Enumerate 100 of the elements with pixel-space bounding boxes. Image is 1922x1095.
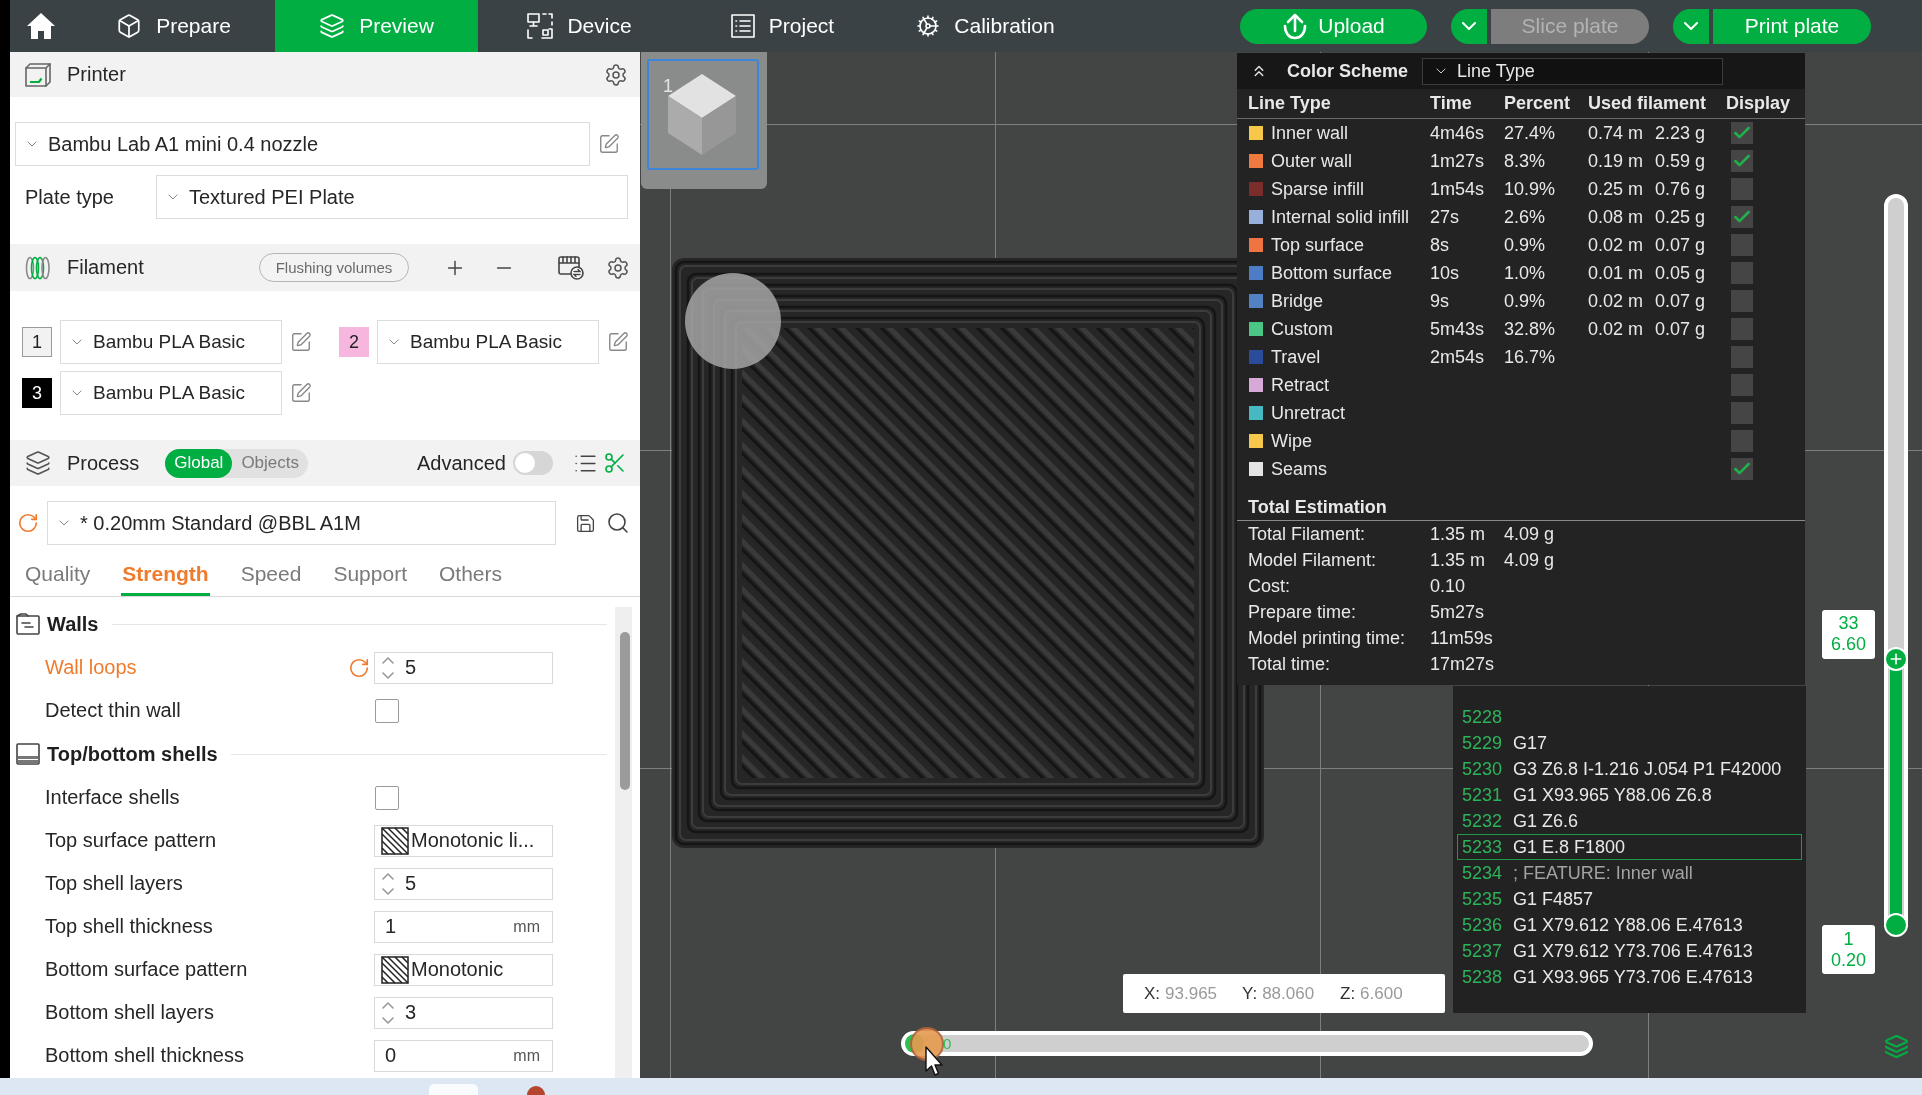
total-value: 0.10 [1430, 575, 1467, 597]
color-scheme-select[interactable]: Line Type [1422, 57, 1723, 85]
device-icon [527, 13, 554, 39]
spin-field[interactable]: 3 [374, 996, 553, 1029]
edit-icon[interactable] [290, 382, 312, 404]
advanced-switch[interactable] [513, 451, 553, 475]
filament-select[interactable]: Bambu PLA Basic [60, 371, 282, 415]
number-field[interactable]: 1 mm [374, 910, 553, 943]
gcode-line[interactable]: 5237 G1 X79.612 Y73.706 E.47613 [1457, 938, 1802, 964]
checkbox[interactable] [375, 698, 399, 723]
edit-icon[interactable] [607, 331, 629, 353]
display-checkbox[interactable] [1731, 122, 1753, 144]
display-checkbox[interactable] [1731, 206, 1753, 228]
total-label: Cost: [1248, 575, 1291, 597]
save-icon[interactable] [575, 512, 596, 534]
dropdown-toggle[interactable] [1451, 8, 1487, 44]
reset-icon[interactable] [17, 512, 39, 534]
scrollbar-thumb[interactable] [620, 632, 630, 790]
settings-tab[interactable]: Quality [24, 555, 92, 596]
filament-select[interactable]: Bambu PLA Basic [60, 320, 282, 364]
display-checkbox[interactable] [1731, 430, 1753, 452]
display-checkbox[interactable] [1731, 178, 1753, 200]
gcode-line[interactable]: 5231 G1 X93.965 Y88.06 Z6.8 [1457, 782, 1802, 808]
total-label: Prepare time: [1248, 601, 1358, 623]
gcode-line[interactable]: 5232 G1 Z6.6 [1457, 808, 1802, 834]
top-tab[interactable]: Prepare [72, 0, 275, 52]
top-tab[interactable]: Device [478, 0, 681, 52]
settings-tab[interactable]: Speed [239, 555, 303, 596]
gcode-line[interactable]: 5234 ; FEATURE: Inner wall [1457, 860, 1802, 886]
reset-icon[interactable] [348, 656, 370, 679]
weight-value: 0.07 g [1655, 234, 1706, 255]
spin-arrows-icon[interactable] [381, 999, 395, 1026]
edit-icon[interactable] [598, 133, 620, 155]
settings-tab[interactable]: Support [332, 555, 408, 596]
display-checkbox[interactable] [1731, 402, 1753, 424]
time-value: 9s [1430, 290, 1449, 311]
gcode-line[interactable]: 5236 G1 X79.612 Y88.06 E.47613 [1457, 912, 1802, 938]
filament-slot-number[interactable]: 3 [22, 378, 52, 408]
filament-slot-number[interactable]: 2 [339, 327, 369, 357]
time-value: 10s [1430, 262, 1460, 283]
plate-type-select[interactable]: Textured PEI Plate [156, 175, 628, 219]
gcode-line[interactable]: 5238 G1 X93.965 Y73.706 E.47613 [1457, 964, 1802, 990]
display-checkbox[interactable] [1731, 234, 1753, 256]
flushing-volumes-button[interactable]: Flushing volumes [259, 253, 409, 282]
spin-arrows-icon[interactable] [381, 870, 395, 897]
gcode-line[interactable]: 5228 [1457, 704, 1802, 730]
gcode-line[interactable]: 5230 G3 Z6.8 I-1.216 J.054 P1 F42000 [1457, 756, 1802, 782]
line-number: 5232 [1462, 810, 1504, 832]
slider-handle[interactable] [1884, 646, 1908, 671]
length-value: 0.01 m [1588, 262, 1644, 283]
search-icon[interactable] [606, 511, 630, 535]
length-value: 0.02 m [1588, 290, 1644, 311]
layer-slider-track[interactable] [1884, 194, 1908, 935]
pattern-select[interactable]: Monotonic li... [374, 824, 553, 857]
percent-value: 32.8% [1504, 318, 1556, 339]
layers-icon[interactable] [1884, 1034, 1909, 1059]
pattern-select[interactable]: Monotonic [374, 953, 553, 986]
process-preset-select[interactable]: * 0.20mm Standard @BBL A1M [47, 501, 556, 545]
gcode-line[interactable]: 5235 G1 F4857 [1457, 886, 1802, 912]
weight-value: 0.07 g [1655, 318, 1706, 339]
display-checkbox[interactable] [1731, 346, 1753, 368]
gcode-line[interactable]: 5229 G17 [1457, 730, 1802, 756]
filament-slot-number[interactable]: 1 [22, 327, 52, 357]
display-checkbox[interactable] [1731, 262, 1753, 284]
top-tab[interactable]: Project [681, 0, 884, 52]
section-title: Walls [47, 612, 99, 636]
checkbox[interactable] [375, 785, 399, 810]
line-type-name: Unretract [1271, 402, 1346, 424]
filament-select[interactable]: Bambu PLA Basic [377, 320, 599, 364]
spin-field[interactable]: 5 [374, 867, 553, 900]
printer-select[interactable]: Bambu Lab A1 mini 0.4 nozzle [15, 122, 590, 166]
line-type-name: Internal solid infill [1271, 206, 1410, 228]
display-checkbox[interactable] [1731, 374, 1753, 396]
slider-handle[interactable] [1884, 913, 1908, 937]
total-value: 1.35 m [1430, 549, 1487, 571]
display-checkbox[interactable] [1731, 458, 1753, 480]
number-field[interactable]: 0 mm [374, 1039, 553, 1072]
dropdown-toggle[interactable] [1673, 8, 1709, 44]
display-checkbox[interactable] [1731, 290, 1753, 312]
sync-icon[interactable] [558, 255, 584, 280]
layer-number: 1 [1843, 928, 1854, 950]
length-value: 0.02 m [1588, 318, 1644, 339]
shell-icon [16, 743, 40, 765]
settings-icon[interactable] [604, 62, 628, 87]
settings-icon[interactable] [606, 255, 630, 280]
spin-field[interactable]: 5 [374, 651, 553, 684]
layer-number: 33 [1838, 613, 1859, 635]
display-checkbox[interactable] [1731, 150, 1753, 172]
display-checkbox[interactable] [1731, 318, 1753, 340]
setting-label: Bottom shell layers [45, 1001, 215, 1024]
scissors-icon[interactable] [603, 451, 627, 475]
edit-icon[interactable] [290, 331, 312, 353]
percent-value: 0.9% [1504, 234, 1546, 255]
unit-label: mm [513, 917, 540, 936]
length-value: 0.19 m [1588, 150, 1644, 171]
length-value: 0.08 m [1588, 206, 1644, 227]
top-tab[interactable]: Calibration [884, 0, 1087, 52]
spin-arrows-icon[interactable] [381, 654, 395, 681]
settings-tab[interactable]: Others [438, 555, 503, 596]
gcode-text: G1 X93.965 Y88.06 Z6.8 [1513, 784, 1712, 806]
